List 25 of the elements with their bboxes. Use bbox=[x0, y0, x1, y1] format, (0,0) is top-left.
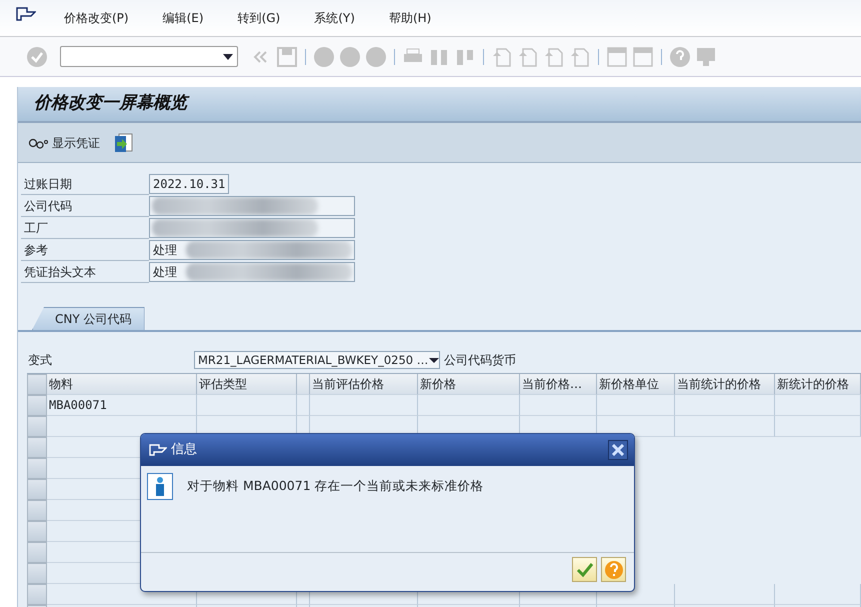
message-text: 对于物料 MBA00071 存在一个当前或未来标准价格 bbox=[187, 477, 484, 496]
column-header[interactable]: 物料 bbox=[47, 374, 197, 395]
column-header[interactable]: 新统计的价格 bbox=[775, 374, 861, 395]
menu-item[interactable]: 系统(Y) bbox=[314, 9, 355, 27]
menu-item[interactable]: 价格改变(P) bbox=[64, 9, 129, 27]
menu-item[interactable]: 转到(G) bbox=[238, 9, 280, 27]
input-field[interactable]: 2022.10.31 bbox=[149, 174, 230, 194]
column-header[interactable]: 当前评估价格 bbox=[310, 374, 418, 395]
variant-dropdown[interactable]: MR21_LAGERMATERIAL_BWKEY_0250 … bbox=[194, 351, 440, 369]
field-label: 变式 bbox=[28, 352, 52, 369]
input-field[interactable]: 处理 bbox=[149, 262, 355, 282]
input-field[interactable]: 处理 bbox=[149, 240, 355, 260]
column-header[interactable]: 当前价格… bbox=[520, 374, 597, 395]
menu-item[interactable]: 帮助(H) bbox=[388, 9, 432, 27]
table-cell: MBA00071 bbox=[47, 395, 197, 416]
tab[interactable]: CNY 公司代码 bbox=[32, 307, 144, 330]
field-label: 公司代码货币 bbox=[444, 352, 516, 369]
column-header[interactable]: 评估类型 bbox=[197, 374, 297, 395]
menu-item[interactable]: 编辑(E) bbox=[162, 9, 204, 27]
screen-title: 价格改变一屏幕概览 bbox=[18, 87, 861, 123]
column-header[interactable]: 新价格单位 bbox=[597, 374, 675, 395]
display-document-button[interactable]: 显示凭证 bbox=[28, 134, 100, 152]
dialog-title: 信息 bbox=[171, 441, 197, 460]
column-header[interactable]: 新价格 bbox=[418, 374, 520, 395]
column-header[interactable]: 当前统计的价格 bbox=[675, 374, 775, 395]
